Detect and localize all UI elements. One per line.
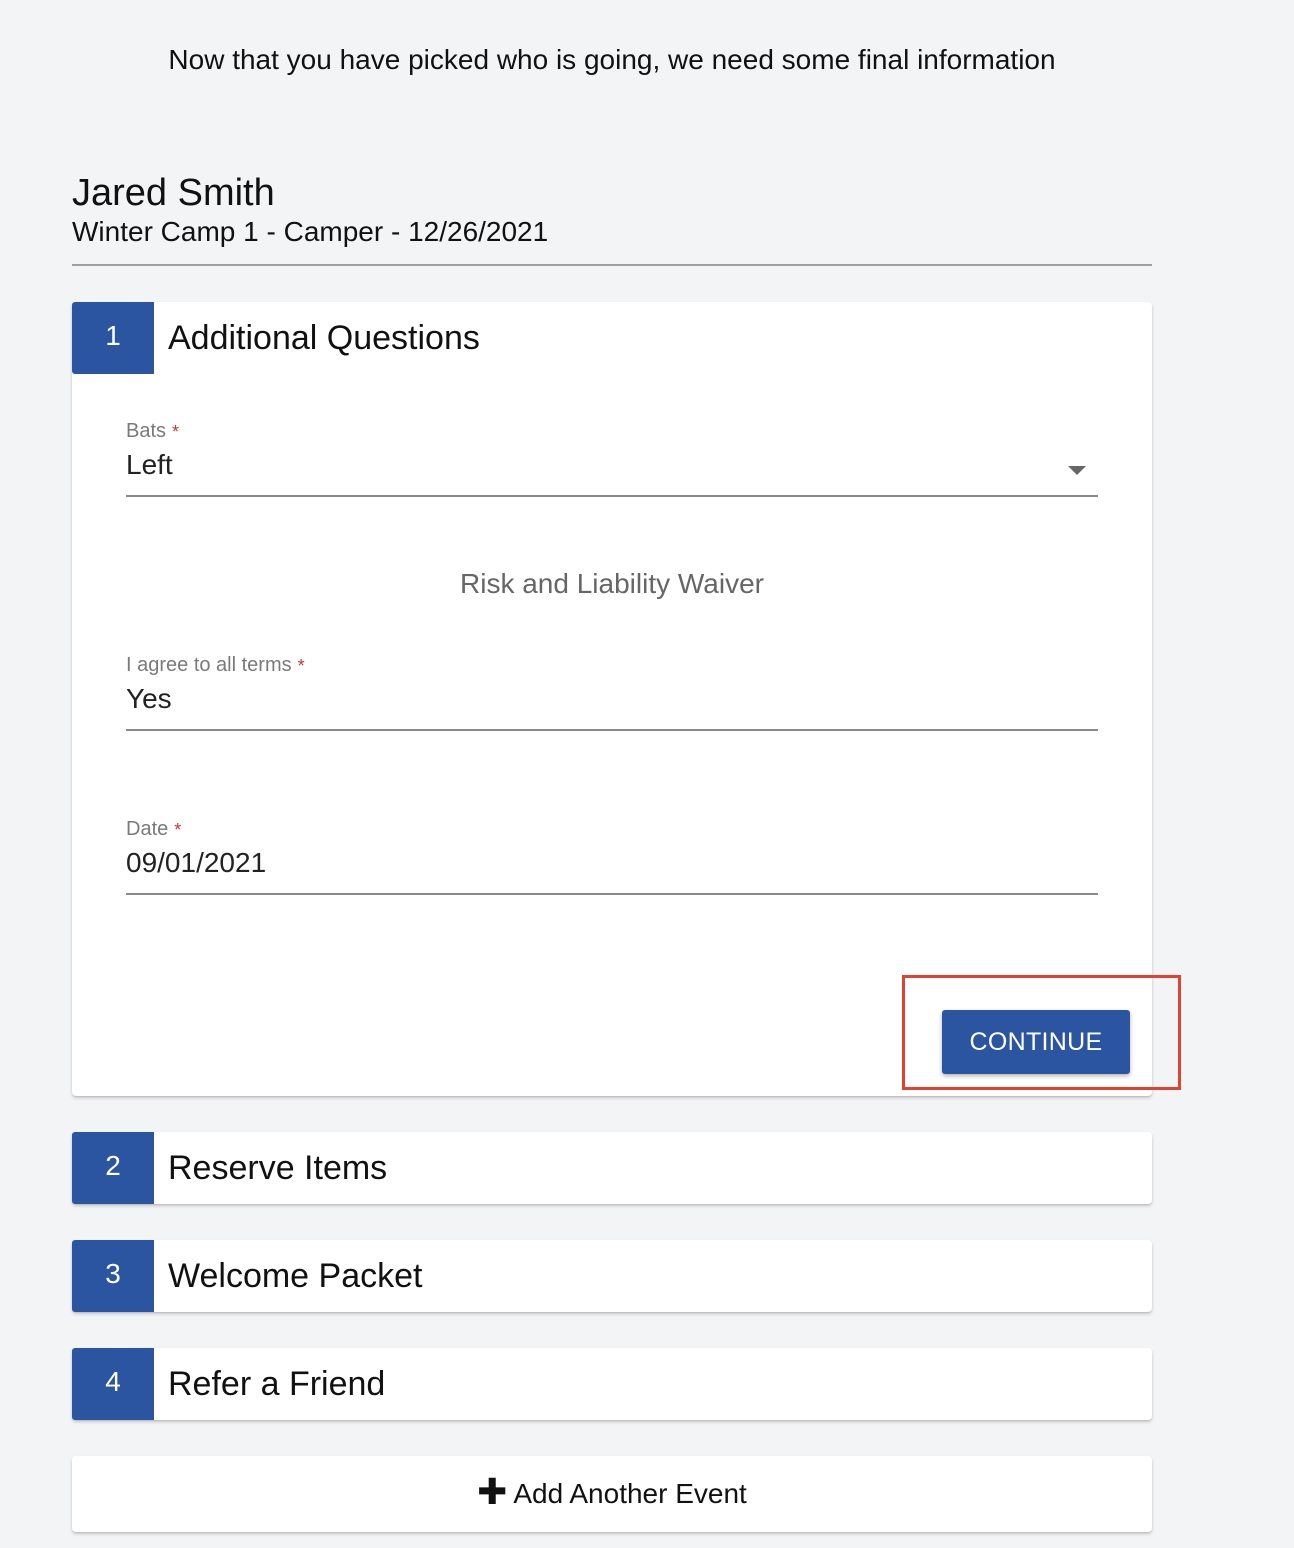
attendee-header: Jared Smith Winter Camp 1 - Camper - 12/… [72,172,1152,266]
plus-icon: ✚ [477,1471,508,1512]
step-header-3[interactable]: 3 Welcome Packet [72,1240,1152,1312]
step-refer-a-friend[interactable]: 4 Refer a Friend [72,1348,1152,1420]
step-title: Refer a Friend [168,1364,386,1403]
attendee-name: Jared Smith [72,172,275,214]
agree-field[interactable]: I agree to all terms * Yes [126,654,1098,731]
field-label: Bats * [126,420,180,442]
step-number: 3 [72,1240,154,1312]
step-number: 1 [72,302,154,374]
step-title: Additional Questions [168,318,480,357]
field-label: Date * [126,818,182,840]
agree-value: Yes [126,683,172,714]
date-field[interactable]: Date * 09/01/2021 [126,818,1098,895]
step-header-2[interactable]: 2 Reserve Items [72,1132,1152,1204]
step-header-1[interactable]: 1 Additional Questions [72,302,1152,374]
bats-value: Left [126,449,173,480]
step-header-4[interactable]: 4 Refer a Friend [72,1348,1152,1420]
bats-select[interactable]: Bats * Left [126,420,1098,497]
step-title: Welcome Packet [168,1256,423,1295]
field-label: I agree to all terms * [126,654,305,676]
required-marker: * [297,656,305,676]
step-number: 2 [72,1132,154,1204]
add-another-event-button[interactable]: ✚ Add Another Event [72,1456,1152,1532]
highlight-box [902,975,1181,1090]
step-welcome-packet[interactable]: 3 Welcome Packet [72,1240,1152,1312]
attendee-event: Winter Camp 1 - Camper - 12/26/2021 [72,216,549,247]
add-event-label: Add Another Event [513,1478,747,1509]
intro-text: Now that you have picked who is going, w… [168,44,1056,75]
step-number: 4 [72,1348,154,1420]
step-reserve-items[interactable]: 2 Reserve Items [72,1132,1152,1204]
required-marker: * [174,820,182,840]
date-value: 09/01/2021 [126,847,267,878]
required-marker: * [172,422,180,442]
step-title: Reserve Items [168,1148,388,1187]
waiver-heading: Risk and Liability Waiver [460,568,764,599]
dropdown-arrow-icon[interactable] [1068,466,1086,475]
